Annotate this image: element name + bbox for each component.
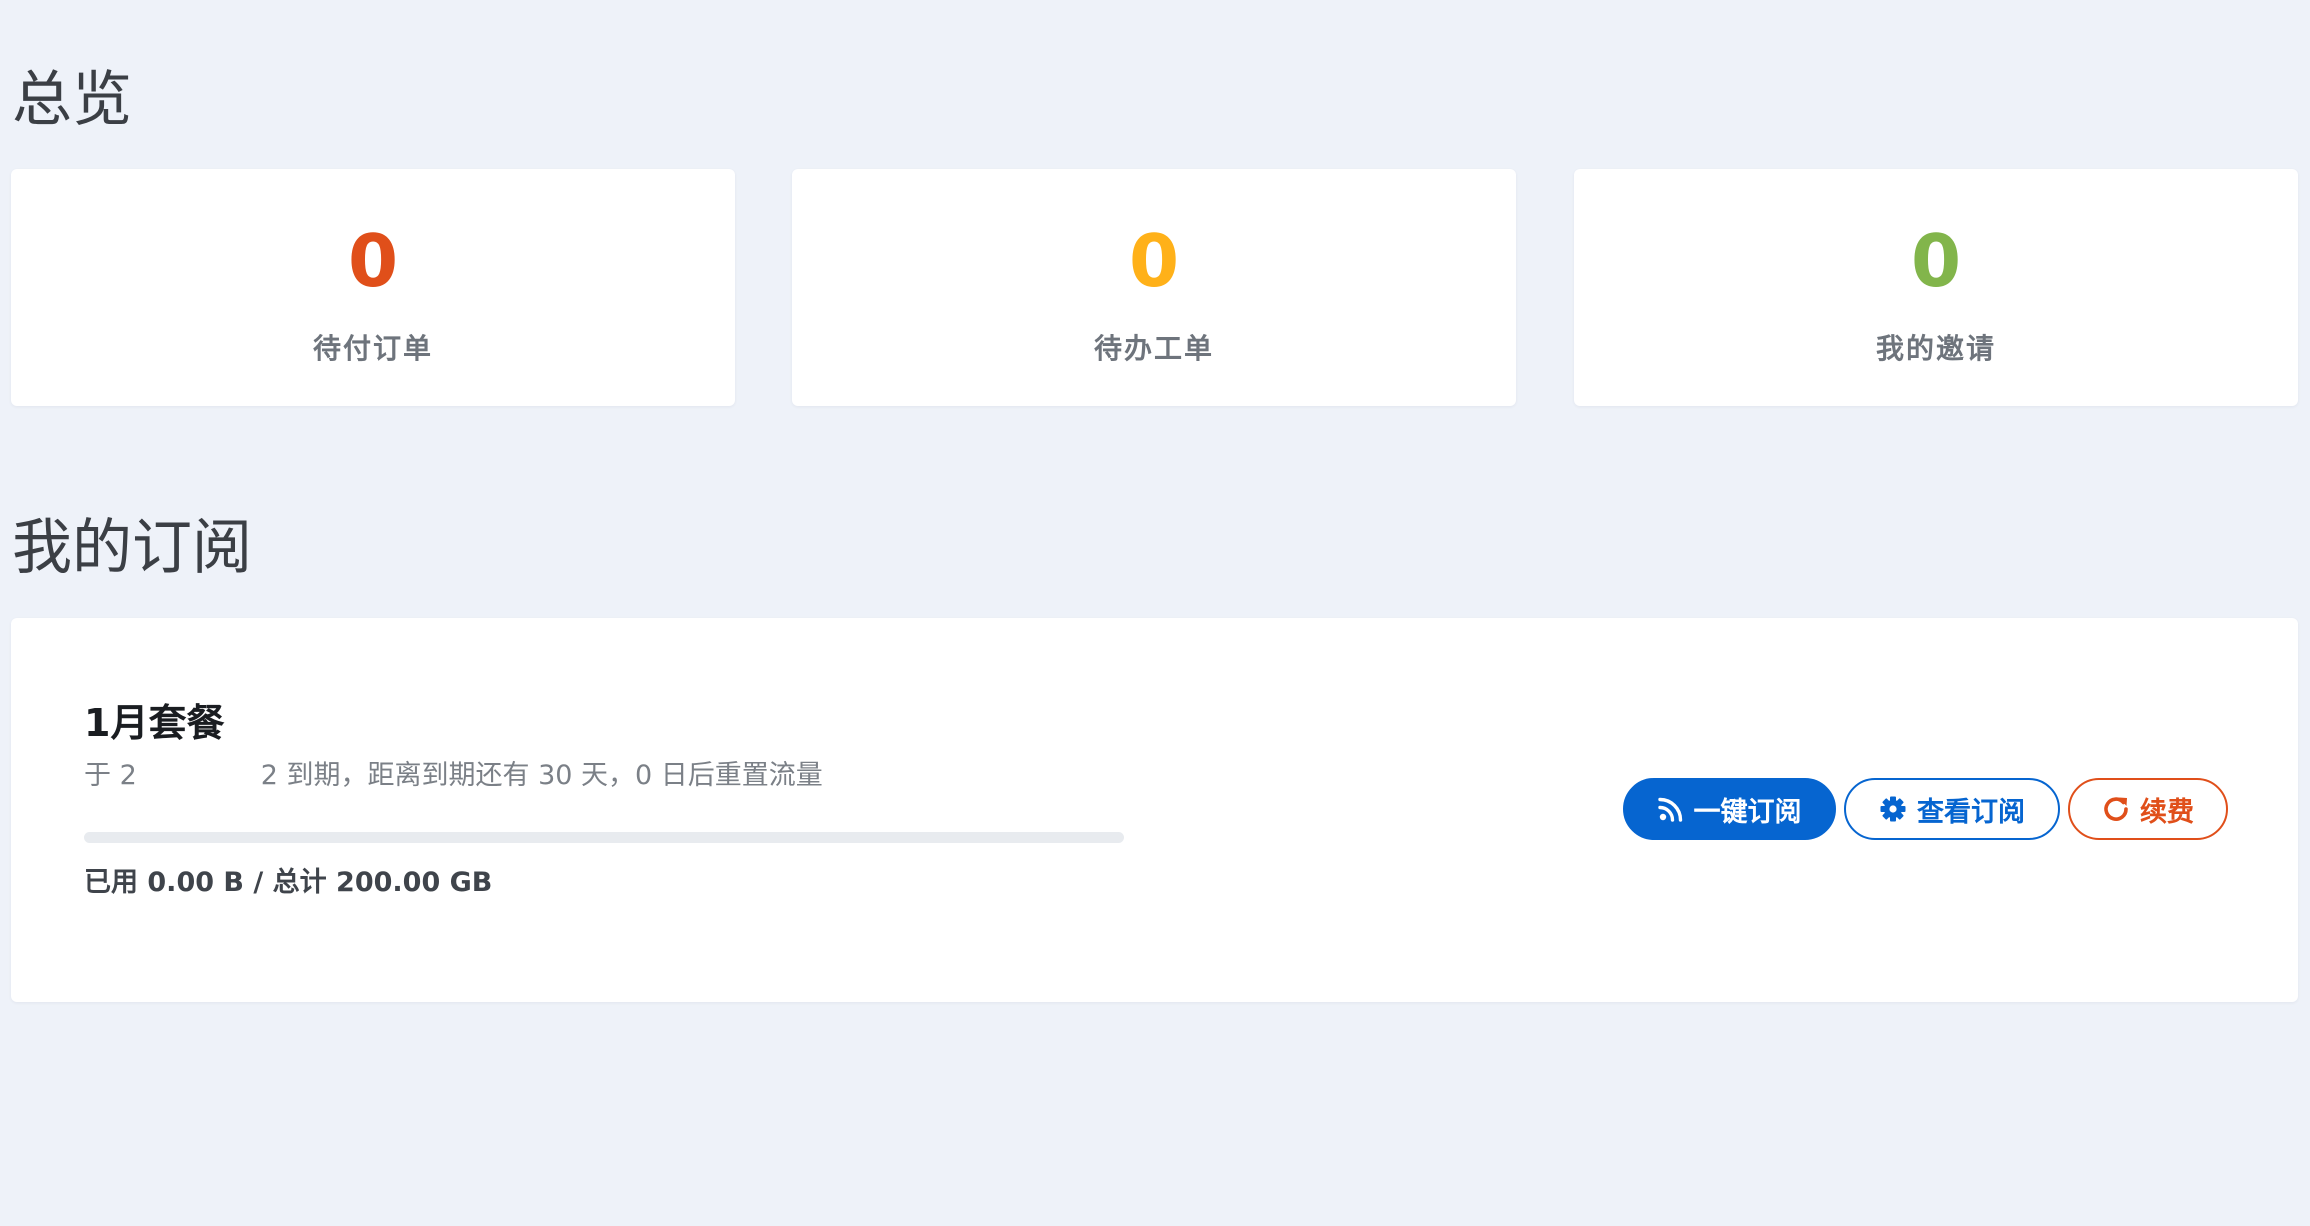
plan-name: 1月套餐	[84, 701, 225, 745]
pending-orders-label: 待付订单	[312, 332, 433, 365]
renew-button[interactable]: 续费	[2068, 778, 2228, 840]
pending-orders-count: 0	[347, 219, 399, 303]
traffic-usage-text: 已用 0.00 B / 总计 200.00 GB	[84, 867, 493, 898]
view-subscription-button[interactable]: 查看订阅	[1844, 778, 2060, 840]
my-invites-card[interactable]: 0 我的邀请	[1574, 169, 2298, 406]
plan-expiry-suffix: 2 到期，距离到期还有 30 天，0 日后重置流量	[260, 760, 823, 791]
subscription-card: 1月套餐 于 2 2 到期，距离到期还有 30 天，0 日后重置流量 已用 0.0…	[11, 618, 2298, 1002]
pending-tickets-label: 待办工单	[1093, 332, 1214, 365]
plan-expiry-prefix: 于 2	[84, 760, 137, 791]
redacted-date	[136, 761, 261, 792]
subscriptions-title: 我的订阅	[12, 513, 252, 583]
pending-orders-card[interactable]: 0 待付订单	[11, 169, 735, 406]
plan-expiry-text: 于 2 2 到期，距离到期还有 30 天，0 日后重置流量	[84, 753, 823, 792]
one-click-subscribe-button[interactable]: 一键订阅	[1623, 778, 1836, 840]
view-subscription-label: 查看订阅	[1917, 796, 2025, 828]
overview-title: 总览	[12, 65, 132, 135]
redo-icon	[2104, 797, 2128, 821]
renew-label: 续费	[2140, 796, 2194, 828]
traffic-progress-bar	[84, 832, 1124, 843]
pending-tickets-count: 0	[1128, 219, 1180, 303]
my-invites-count: 0	[1910, 219, 1962, 303]
pending-tickets-card[interactable]: 0 待办工单	[792, 169, 1516, 406]
gear-icon	[1880, 796, 1906, 822]
my-invites-label: 我的邀请	[1875, 332, 1996, 365]
one-click-subscribe-label: 一键订阅	[1693, 796, 1802, 828]
rss-icon	[1657, 797, 1682, 822]
